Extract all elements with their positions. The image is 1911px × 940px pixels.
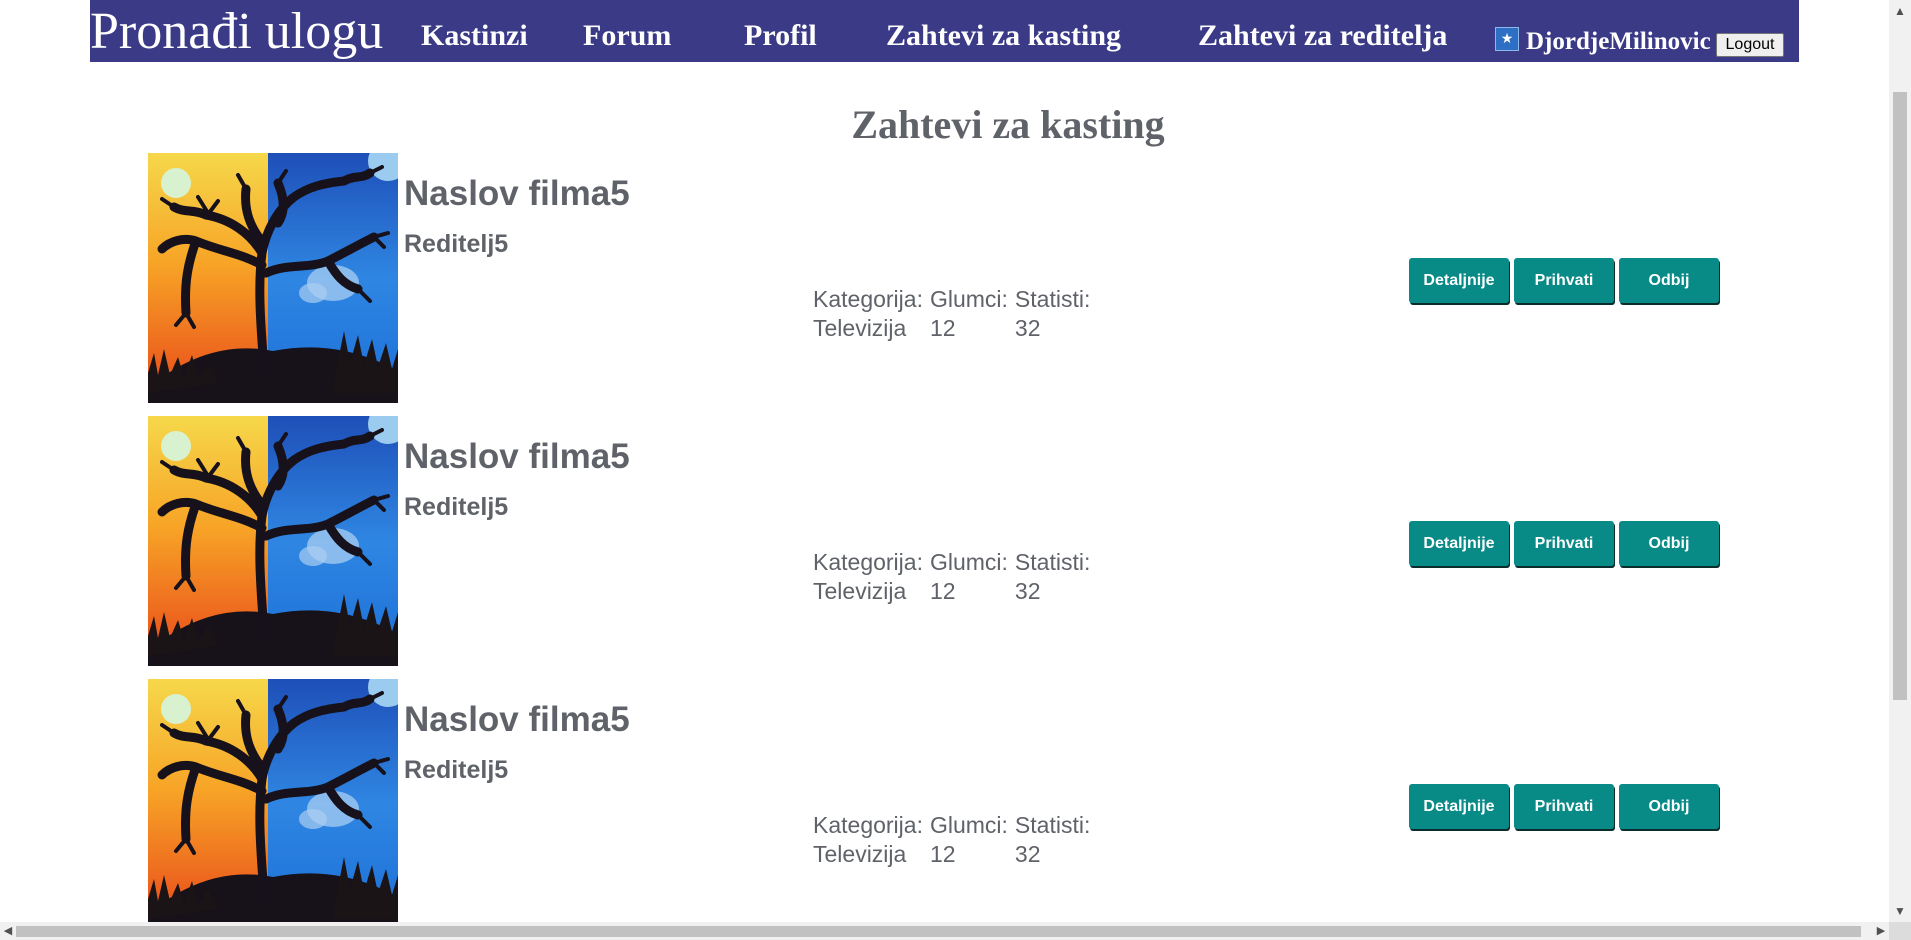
request-card: Naslov filma5 Reditelj5 Kategorija: Glum… — [148, 153, 1728, 403]
actors-value: 12 — [929, 841, 956, 867]
director-name: Reditelj5 — [404, 230, 509, 258]
extras-value: 32 — [1014, 841, 1041, 867]
brand-logo-link[interactable]: Pronađi ulogu — [90, 2, 383, 62]
page: Pronađi ulogu Kastinzi Forum Profil Zaht… — [0, 0, 1889, 922]
category-label: Kategorija: — [813, 812, 923, 838]
details-button[interactable]: Detaljnije — [1409, 784, 1509, 829]
nav-item-zahtevi-za-kasting[interactable]: Zahtevi za kasting — [886, 18, 1121, 54]
horizontal-scrollbar[interactable]: ◀ ▶ — [0, 922, 1889, 940]
actors-label: Glumci: — [929, 812, 1008, 838]
top-navbar: Pronađi ulogu Kastinzi Forum Profil Zaht… — [90, 0, 1799, 62]
tree-painting-image — [148, 416, 398, 666]
film-title: Naslov filma5 — [404, 700, 630, 739]
reject-button[interactable]: Odbij — [1619, 258, 1719, 303]
request-info-table: Kategorija: Glumci: Statisti: Televizija… — [813, 285, 1097, 343]
accept-button[interactable]: Prihvati — [1514, 258, 1614, 303]
accept-button[interactable]: Prihvati — [1514, 784, 1614, 829]
actors-value: 12 — [929, 315, 956, 341]
scrollbar-corner — [1889, 922, 1911, 940]
category-value: Televizija — [813, 578, 907, 604]
arrow-right-icon[interactable]: ▶ — [1873, 922, 1889, 940]
details-button[interactable]: Detaljnije — [1409, 258, 1509, 303]
film-title: Naslov filma5 — [404, 174, 630, 213]
arrow-down-icon[interactable]: ▼ — [1889, 900, 1911, 922]
arrow-left-icon[interactable]: ◀ — [0, 922, 16, 940]
extras-label: Statisti: — [1014, 286, 1091, 312]
reject-button[interactable]: Odbij — [1619, 784, 1719, 829]
category-label: Kategorija: — [813, 286, 923, 312]
logout-button[interactable]: Logout — [1716, 33, 1784, 57]
user-avatar-icon: ★ — [1495, 27, 1519, 51]
nav-item-kastinzi[interactable]: Kastinzi — [421, 18, 528, 54]
page-title: Zahtevi za kasting — [851, 102, 1165, 147]
category-label: Kategorija: — [813, 549, 923, 575]
director-name: Reditelj5 — [404, 493, 509, 521]
horizontal-scroll-thumb[interactable] — [16, 926, 1861, 937]
film-title: Naslov filma5 — [404, 437, 630, 476]
extras-value: 32 — [1014, 315, 1041, 341]
request-info-table: Kategorija: Glumci: Statisti: Televizija… — [813, 811, 1097, 869]
actors-label: Glumci: — [929, 549, 1008, 575]
tree-painting-image — [148, 679, 398, 922]
username-label[interactable]: DjordjeMilinovic — [1526, 24, 1711, 60]
details-button[interactable]: Detaljnije — [1409, 521, 1509, 566]
vertical-scroll-thumb[interactable] — [1893, 92, 1907, 700]
vertical-scrollbar[interactable]: ▲ ▼ — [1889, 0, 1911, 922]
extras-label: Statisti: — [1014, 549, 1091, 575]
request-card: Naslov filma5 Reditelj5 Kategorija: Glum… — [148, 416, 1728, 666]
actors-value: 12 — [929, 578, 956, 604]
arrow-up-icon[interactable]: ▲ — [1889, 0, 1911, 22]
nav-item-zahtevi-za-reditelja[interactable]: Zahtevi za reditelja — [1198, 18, 1447, 54]
actors-label: Glumci: — [929, 286, 1008, 312]
tree-painting-image — [148, 153, 398, 403]
extras-value: 32 — [1014, 578, 1041, 604]
reject-button[interactable]: Odbij — [1619, 521, 1719, 566]
category-value: Televizija — [813, 315, 907, 341]
nav-item-forum[interactable]: Forum — [583, 18, 671, 54]
accept-button[interactable]: Prihvati — [1514, 521, 1614, 566]
request-info-table: Kategorija: Glumci: Statisti: Televizija… — [813, 548, 1097, 606]
request-card: Naslov filma5 Reditelj5 Kategorija: Glum… — [148, 679, 1728, 922]
nav-item-profil[interactable]: Profil — [744, 18, 817, 54]
director-name: Reditelj5 — [404, 756, 509, 784]
extras-label: Statisti: — [1014, 812, 1091, 838]
category-value: Televizija — [813, 841, 907, 867]
